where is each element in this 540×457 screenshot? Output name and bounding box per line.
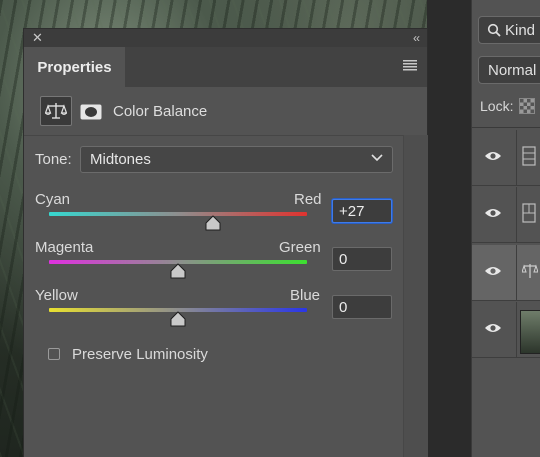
- lock-label: Lock:: [480, 98, 514, 114]
- eye-icon[interactable]: [484, 322, 502, 334]
- yellow-blue-slider-thumb[interactable]: [170, 311, 186, 327]
- preserve-luminosity-checkbox[interactable]: [48, 348, 60, 360]
- yellow-blue-value-input[interactable]: 0: [332, 295, 392, 319]
- layer-divider: [516, 187, 517, 242]
- tone-value: Midtones: [90, 151, 151, 168]
- yellow-label: Yellow: [35, 287, 78, 304]
- eye-icon[interactable]: [484, 207, 502, 219]
- panel-tab-strip: Properties: [24, 47, 427, 87]
- panel-gutter: [427, 0, 471, 457]
- collapse-icon[interactable]: ‹‹: [413, 31, 420, 45]
- cyan-label: Cyan: [35, 191, 71, 208]
- layer-filter-kind[interactable]: Kind: [478, 16, 540, 44]
- cyan-red-slider-thumb[interactable]: [205, 215, 221, 231]
- balance-scale-icon: [522, 264, 538, 278]
- magenta-green-value: 0: [339, 250, 348, 268]
- search-icon: [487, 23, 501, 37]
- chevron-down-icon: [371, 154, 383, 162]
- layer-row[interactable]: [472, 130, 540, 186]
- green-label: Green: [279, 239, 321, 256]
- blend-mode-select[interactable]: Normal: [478, 56, 540, 84]
- hamburger-menu-icon[interactable]: [403, 60, 417, 71]
- red-label: Red: [294, 191, 322, 208]
- lock-transparency-icon[interactable]: [519, 98, 536, 114]
- magenta-green-slider-thumb[interactable]: [170, 263, 186, 279]
- eye-icon[interactable]: [484, 150, 502, 162]
- eye-icon[interactable]: [484, 265, 502, 277]
- preserve-luminosity-label: Preserve Luminosity: [72, 346, 208, 363]
- layer-divider: [516, 130, 517, 185]
- mask-icon[interactable]: [80, 104, 102, 120]
- adjustment-icon-button[interactable]: [40, 96, 72, 126]
- yellow-blue-value: 0: [339, 298, 348, 316]
- adjustment-title: Color Balance: [113, 103, 208, 120]
- panel-titlebar: ✕ ‹‹: [24, 29, 427, 47]
- layer-row[interactable]: [472, 187, 540, 243]
- balance-scale-icon: [45, 103, 67, 119]
- close-icon[interactable]: ✕: [32, 31, 43, 45]
- cyan-red-value: +27: [339, 202, 365, 220]
- properties-panel: ✕ ‹‹ Properties Color Balance Tone: Midt…: [24, 29, 428, 457]
- layer-divider: [516, 302, 517, 357]
- blend-mode-label: Normal: [488, 61, 537, 79]
- magenta-label: Magenta: [35, 239, 94, 256]
- layer-thumbnail: [520, 310, 540, 354]
- tab-properties[interactable]: Properties: [24, 47, 125, 87]
- magenta-green-value-input[interactable]: 0: [332, 247, 392, 271]
- adjustment-header: Color Balance: [24, 87, 427, 136]
- kind-label: Kind: [505, 21, 536, 39]
- blue-label: Blue: [290, 287, 321, 304]
- tab-properties-label: Properties: [37, 58, 112, 76]
- cyan-red-slider-track[interactable]: [49, 212, 307, 216]
- tone-dropdown[interactable]: Midtones: [80, 146, 393, 173]
- adjustment-layer-icon: [522, 203, 536, 223]
- tone-label: Tone:: [35, 151, 72, 168]
- cyan-red-value-input[interactable]: +27: [332, 199, 392, 223]
- panel-scrollbar[interactable]: [403, 135, 428, 457]
- layer-row[interactable]: [472, 302, 540, 358]
- layer-row-selected[interactable]: [472, 245, 540, 301]
- lock-row: Lock:: [480, 98, 536, 114]
- adjustment-layer-icon: [522, 146, 536, 166]
- layers-divider: [472, 127, 540, 128]
- layer-divider: [516, 245, 517, 300]
